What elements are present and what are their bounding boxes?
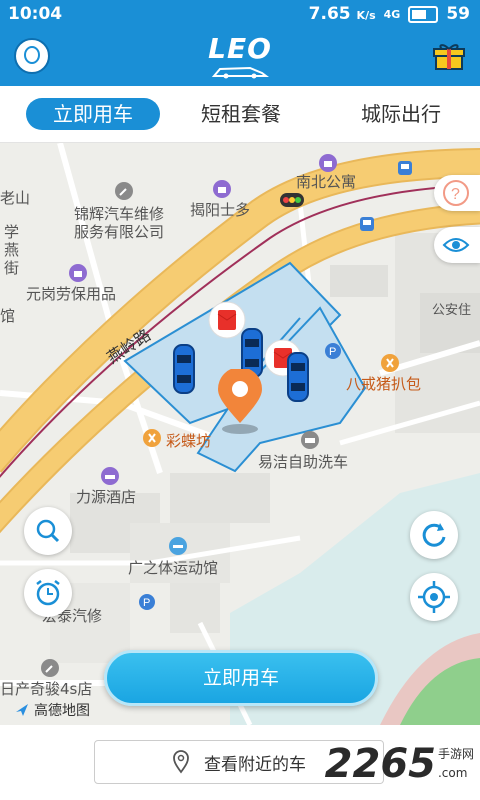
hotel-icon xyxy=(101,467,119,485)
car-wash-icon xyxy=(301,431,319,449)
restaurant-icon xyxy=(381,354,399,372)
status-right: 7.65 K/s 4G 59 xyxy=(309,4,470,24)
shopping-icon xyxy=(69,264,87,282)
bus-stop-icon xyxy=(398,161,412,175)
nearby-cars-label: 查看附近的车 xyxy=(204,754,306,775)
map-view[interactable]: 南北公寓 揭阳士多 锦辉汽车维修 服务有限公司 元岗劳保用品 学 燕 街 老山 … xyxy=(0,143,480,725)
tab-bar: 立即用车 短租套餐 城际出行 xyxy=(0,86,480,143)
poi-label: 老山 xyxy=(0,189,31,207)
refresh-icon xyxy=(422,523,446,547)
wrench-icon xyxy=(41,659,59,677)
question-icon: ? xyxy=(443,180,469,206)
parking-icon: P xyxy=(325,343,341,359)
poi-label: 日产奇骏4s店 xyxy=(0,680,93,698)
search-button[interactable] xyxy=(24,507,72,555)
poi-label: 南北公寓 xyxy=(296,173,357,191)
poi-label: 元岗劳保用品 xyxy=(26,285,117,303)
help-button[interactable]: ? xyxy=(434,175,480,211)
poi-label: 彩蝶坊 xyxy=(166,432,212,450)
location-pin-icon xyxy=(218,369,262,434)
svg-text:P: P xyxy=(329,346,336,358)
gym-icon xyxy=(169,537,187,555)
alarm-button[interactable] xyxy=(24,569,72,617)
gift-icon[interactable] xyxy=(432,40,466,70)
poi-label: 力源酒店 xyxy=(76,488,137,506)
battery-icon xyxy=(408,5,439,23)
restaurant-icon xyxy=(143,429,161,447)
poi-label: 馆 xyxy=(0,307,16,325)
poi-label: 八戒猪扒包 xyxy=(346,375,422,393)
amap-logo-icon xyxy=(16,704,28,716)
alarm-clock-icon xyxy=(36,580,60,606)
wrench-icon xyxy=(115,182,133,200)
watermark-suffix: .com xyxy=(437,766,468,780)
battery-level: 59 xyxy=(446,4,470,24)
car-marker-icon[interactable] xyxy=(172,343,196,395)
poi-label: 揭阳士多 xyxy=(190,201,251,219)
poi-label: 广之体运动馆 xyxy=(128,559,219,577)
map-provider-label: 高德地图 xyxy=(34,703,90,719)
bottom-bar: 查看附近的车 2265 手游网 .com xyxy=(0,726,480,800)
tab-rent-now[interactable]: 立即用车 xyxy=(26,98,160,130)
signal-icon: 4G xyxy=(383,7,401,21)
map-pin-icon xyxy=(173,750,189,774)
eye-icon xyxy=(442,238,470,252)
app-header: LEO xyxy=(0,28,480,86)
app-logo: LEO xyxy=(200,34,280,80)
shopping-icon xyxy=(213,180,231,198)
svg-text:P: P xyxy=(143,597,150,609)
status-time: 10:04 xyxy=(8,4,63,24)
svg-text:?: ? xyxy=(451,186,460,203)
tab-intercity[interactable]: 城际出行 xyxy=(346,98,456,130)
poi-label: 街 xyxy=(4,259,20,277)
network-speed: 7.65 K/s xyxy=(308,4,376,24)
parking-icon: P xyxy=(139,594,155,610)
refresh-button[interactable] xyxy=(410,511,458,559)
car-outline-icon xyxy=(211,66,269,79)
poi-label: 服务有限公司 xyxy=(74,223,165,241)
traffic-light-icon xyxy=(280,193,304,207)
bus-stop-icon xyxy=(360,217,374,231)
rent-now-button[interactable]: 立即用车 xyxy=(104,650,378,706)
tab-short-package[interactable]: 短租套餐 xyxy=(186,98,296,130)
search-icon xyxy=(36,519,60,543)
status-bar: 10:04 7.65 K/s 4G 59 xyxy=(0,0,480,28)
view-toggle-button[interactable] xyxy=(434,227,480,263)
watermark-number: 2265 xyxy=(324,741,436,787)
user-avatar-icon[interactable] xyxy=(14,38,50,74)
poi-label: 公安住 xyxy=(432,303,472,318)
watermark-text: 手游网 xyxy=(437,747,474,761)
poi-label: 易洁自助洗车 xyxy=(258,453,349,471)
locate-button[interactable] xyxy=(410,573,458,621)
watermark: 2265 手游网 .com xyxy=(325,744,474,784)
car-marker-icon[interactable] xyxy=(286,351,310,403)
crosshair-icon xyxy=(418,581,450,613)
shopping-icon xyxy=(319,154,337,172)
map-provider: 高德地图 xyxy=(14,700,90,720)
